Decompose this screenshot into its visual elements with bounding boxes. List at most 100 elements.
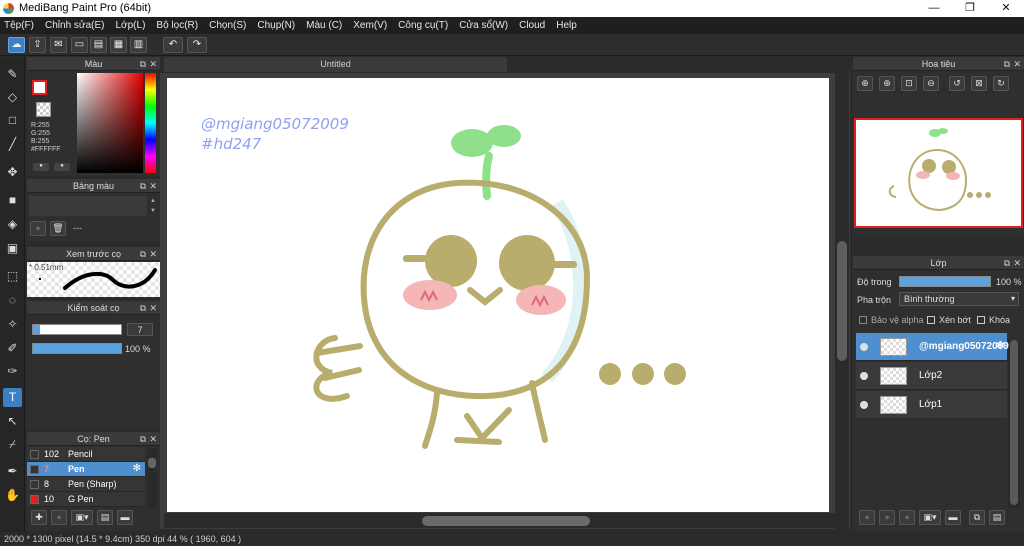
operation-tool-icon[interactable]: ↖ — [3, 412, 22, 431]
minimize-button[interactable]: — — [916, 0, 952, 17]
layer-visibility-icon[interactable] — [860, 372, 868, 380]
maximize-button[interactable]: ❐ — [952, 0, 988, 17]
layer-settings-gear-icon[interactable]: ✻ — [996, 339, 1005, 352]
lasso-tool-icon[interactable]: ◌ — [3, 291, 22, 310]
add-brush-icon[interactable]: ✚ — [31, 510, 47, 525]
secondary-color-swatch[interactable] — [36, 102, 51, 117]
panel-close-icon[interactable]: ✕ — [149, 247, 157, 261]
rotate-right-icon[interactable]: ↻ — [993, 76, 1009, 91]
new-palette-icon[interactable]: ▫ — [30, 221, 46, 236]
protect-alpha-checkbox[interactable] — [859, 316, 867, 324]
layer-row-lop1[interactable]: Lớp1 — [856, 391, 1007, 419]
panels-icon[interactable]: ▥ — [130, 37, 147, 53]
select-eraser-icon[interactable]: ✑ — [3, 362, 22, 381]
brush-list-scroll-thumb[interactable] — [148, 458, 156, 468]
panel-undock-icon[interactable]: ⧉ — [140, 57, 146, 71]
primary-color-swatch[interactable] — [32, 80, 47, 95]
menu-help[interactable]: Help — [556, 20, 577, 31]
palette-scroll-arrows[interactable]: ▲ ▼ — [148, 196, 158, 216]
panel-close-icon[interactable]: ✕ — [149, 57, 157, 71]
palette-swatch-area[interactable] — [29, 196, 147, 216]
magic-wand-icon[interactable]: ✧ — [3, 315, 22, 334]
layer-opacity-slider[interactable] — [899, 276, 991, 287]
share-icon[interactable]: ⇪ — [29, 37, 46, 53]
new-layer-icon[interactable]: ▫ — [859, 510, 875, 525]
layer-row-mgiang[interactable]: @mgiang05072009 ✻ — [856, 333, 1009, 361]
hue-slider[interactable] — [145, 73, 156, 173]
grid-icon[interactable]: ▦ — [110, 37, 127, 53]
layer-menu-icon[interactable]: ▣▾ — [919, 510, 941, 525]
post-icon[interactable]: ▭ — [71, 37, 88, 53]
layer-folder-icon[interactable]: ▬ — [945, 510, 961, 525]
duplicate-layer-icon[interactable]: ⧉ — [969, 510, 985, 525]
menu-filter[interactable]: Bộ lọc(R) — [156, 20, 198, 31]
panel-undock-icon[interactable]: ⧉ — [1004, 256, 1010, 270]
clipping-checkbox[interactable] — [927, 316, 935, 324]
move-tool-icon[interactable]: ✥ — [3, 163, 22, 182]
menu-window[interactable]: Cửa sổ(W) — [459, 20, 508, 31]
menu-file[interactable]: Tệp(F) — [4, 20, 34, 31]
panel-undock-icon[interactable]: ⧉ — [140, 247, 146, 261]
panel-undock-icon[interactable]: ⧉ — [140, 432, 146, 446]
menu-snap[interactable]: Chụp(N) — [257, 20, 295, 31]
saturation-value-picker[interactable] — [77, 73, 143, 173]
new-brush-icon[interactable]: ▫ — [51, 510, 67, 525]
delete-palette-icon[interactable]: 🗑 — [50, 221, 66, 236]
panel-close-icon[interactable]: ✕ — [1013, 256, 1021, 270]
layer-row-lop2[interactable]: Lớp2 — [856, 362, 1007, 390]
panel-close-icon[interactable]: ✕ — [149, 179, 157, 193]
fit-window-icon[interactable]: ⊡ — [901, 76, 917, 91]
panel-undock-icon[interactable]: ⧉ — [1004, 57, 1010, 71]
brush-item-pencil[interactable]: 102 Pencil — [27, 447, 145, 462]
zoom-in-icon[interactable]: ⊕ — [857, 76, 873, 91]
brush-item-g-pen[interactable]: 10 G Pen — [27, 492, 145, 507]
rotate-left-icon[interactable]: ↺ — [949, 76, 965, 91]
brush-folder-icon[interactable]: ▬ — [117, 510, 133, 525]
brush-settings-icon[interactable]: ▤ — [97, 510, 113, 525]
shape-tool-icon[interactable]: □ — [3, 111, 22, 130]
cloud-icon[interactable]: ☁ — [8, 37, 25, 53]
select-pen-icon[interactable]: ✐ — [3, 339, 22, 358]
undo-icon[interactable]: ↶ — [163, 37, 183, 53]
eraser-tool-icon[interactable]: ◇ — [3, 88, 22, 107]
document-icon[interactable]: ▤ — [90, 37, 107, 53]
menu-select[interactable]: Chọn(S) — [209, 20, 246, 31]
blend-mode-select[interactable]: Bình thường ▾ — [899, 292, 1019, 306]
select-tool-icon[interactable]: ⬚ — [3, 267, 22, 286]
gradient-tool-icon[interactable]: ▣ — [3, 239, 22, 258]
close-button[interactable]: ✕ — [988, 0, 1024, 17]
menu-tools[interactable]: Công cụ(T) — [398, 20, 448, 31]
brush-item-pen[interactable]: 7 Pen ✻ — [27, 462, 145, 477]
new-halftone-layer-icon[interactable]: ▫ — [879, 510, 895, 525]
brush-size-slider[interactable] — [32, 324, 122, 335]
zoom-out-icon[interactable]: ⊖ — [923, 76, 939, 91]
redo-icon[interactable]: ↷ — [187, 37, 207, 53]
menu-cloud[interactable]: Cloud — [519, 20, 545, 31]
hand-tool-icon[interactable]: ✋ — [3, 486, 22, 505]
reset-view-icon[interactable]: ⊠ — [971, 76, 987, 91]
lock-checkbox[interactable] — [977, 316, 985, 324]
eyedropper-icon[interactable]: ✒ — [3, 462, 22, 481]
dropper-tool-icon[interactable]: ⌿ — [3, 435, 22, 454]
vertical-scroll-thumb[interactable] — [837, 241, 847, 361]
brush-item-pen-sharp[interactable]: 8 Pen (Sharp) — [27, 477, 145, 492]
layer-visibility-icon[interactable] — [860, 401, 868, 409]
zoom-in-alt-icon[interactable]: ⊕ — [879, 76, 895, 91]
panel-close-icon[interactable]: ✕ — [149, 301, 157, 315]
text-tool-icon[interactable]: T — [3, 388, 22, 407]
menu-view[interactable]: Xem(V) — [353, 20, 387, 31]
panel-close-icon[interactable]: ✕ — [149, 432, 157, 446]
brush-list-scrollbar[interactable] — [147, 448, 157, 508]
brush-size-value[interactable]: 7 — [127, 323, 153, 336]
canvas-vertical-scrollbar[interactable] — [835, 73, 849, 529]
horizontal-scroll-thumb[interactable] — [422, 516, 590, 526]
menu-layer[interactable]: Lớp(L) — [116, 20, 146, 31]
color-swap-button[interactable]: ● — [54, 163, 70, 171]
layer-list-scrollbar[interactable] — [1008, 340, 1020, 508]
comment-icon[interactable]: ✉ — [50, 37, 67, 53]
panel-undock-icon[interactable]: ⧉ — [140, 301, 146, 315]
merge-layer-icon[interactable]: ▤ — [989, 510, 1005, 525]
navigator-preview[interactable] — [854, 118, 1023, 228]
menu-edit[interactable]: Chỉnh sửa(E) — [45, 20, 105, 31]
panel-close-icon[interactable]: ✕ — [1013, 57, 1021, 71]
